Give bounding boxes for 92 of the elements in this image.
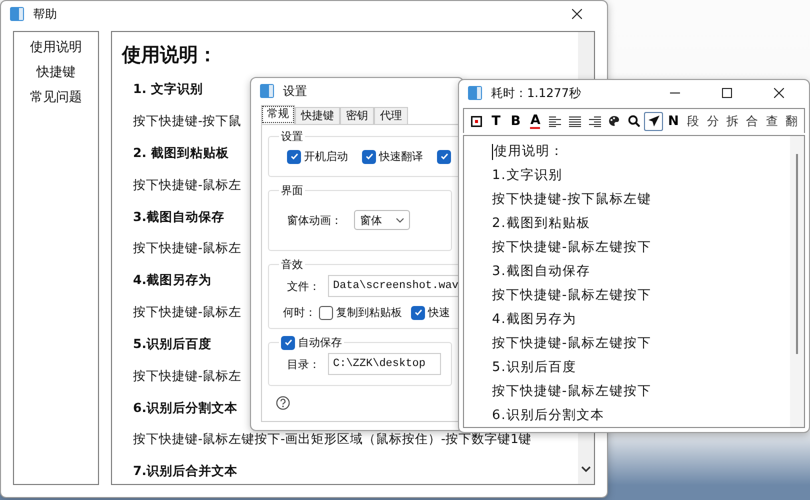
stop-icon <box>470 116 482 126</box>
text-editor[interactable]: 使用说明： 1.文字识别 按下快捷键-按下鼠标左键 2.截图到粘贴板 按下快捷键-鼠标左键按下 3.截图自动保存 按下快捷键-鼠标左键按下 4.截图另存为 按下快捷键-鼠标左键按下 5.识别后百度 按下快捷键-鼠标左键按下 6.识别后分割文本 <box>463 135 805 428</box>
section-title: 1. 文字识别 <box>132 80 203 98</box>
align-left-icon <box>549 116 562 126</box>
font-color-button[interactable]: A <box>526 112 545 130</box>
help-icon[interactable] <box>276 396 290 410</box>
instruction-text: 按下快捷键-鼠标左键按下-画出矩形区域（鼠标按住）-按下数字键1键 <box>132 430 532 448</box>
instruction-text: 按下快捷键-鼠标左 <box>132 367 242 385</box>
checkbox[interactable] <box>319 306 333 320</box>
align-right-icon <box>588 116 601 126</box>
text-line: 按下快捷键-鼠标左键按下 <box>492 335 653 353</box>
directory-field[interactable]: C:\ZZK\desktop <box>328 353 441 375</box>
text-line: 4.截图另存为 <box>492 311 578 329</box>
checkbox[interactable] <box>281 336 295 350</box>
text-line: 6.识别后分割文本 <box>492 407 606 425</box>
field-label: 何时： <box>283 305 316 320</box>
checkmark-icon <box>414 308 422 317</box>
text-line: 5.识别后百度 <box>492 359 578 377</box>
minimize-icon <box>670 92 680 94</box>
checkbox-label: 快速翻译 <box>379 149 423 164</box>
field-label: 文件： <box>287 278 320 294</box>
tab[interactable]: 常规 <box>261 105 295 124</box>
justify-icon <box>568 116 581 126</box>
sidebar-item[interactable]: 快捷键 <box>32 61 80 84</box>
tab[interactable]: 密钥 <box>340 107 374 124</box>
send-icon <box>648 115 660 127</box>
toolbar-button[interactable]: B <box>506 112 526 130</box>
sidebar-item[interactable]: 使用说明 <box>26 36 86 59</box>
field-label: 窗体动画： <box>287 212 342 228</box>
app-icon <box>9 6 25 22</box>
tab[interactable]: 快捷键 <box>295 107 340 124</box>
window-title: 耗时：1.1277秒 <box>491 84 581 102</box>
caret-icon <box>396 218 404 222</box>
checkbox-label: 快速 <box>428 305 450 320</box>
animation-dropdown[interactable]: 窗体 <box>354 210 410 230</box>
group-title: 音效 <box>280 257 304 272</box>
group-title: 界面 <box>280 183 304 198</box>
instruction-text: 按下快捷键-鼠标左 <box>132 304 242 322</box>
scroll-down-icon[interactable] <box>581 466 591 472</box>
section-title: 4.截图另存为 <box>132 272 212 290</box>
instruction-text: 按下快捷键-按下鼠 <box>132 112 242 130</box>
section-title: 7.识别后合并文本 <box>132 462 238 480</box>
toolbar-button[interactable]: T <box>486 112 506 130</box>
text-line: 3.截图自动保存 <box>492 263 592 281</box>
toolbar-button[interactable]: 翻 <box>782 112 801 130</box>
checkbox[interactable] <box>287 150 301 164</box>
text-line: 使用说明： <box>494 143 564 161</box>
app-icon <box>259 83 275 99</box>
checkmark-icon <box>290 152 298 161</box>
close-icon <box>774 88 784 98</box>
window-title: 设置 <box>283 82 307 100</box>
toolbar-button[interactable]: 拆 <box>723 112 742 130</box>
checkmark-icon <box>440 152 448 161</box>
text-line: 按下快捷键-鼠标左键按下 <box>492 383 653 401</box>
checkbox[interactable] <box>411 306 425 320</box>
section-title: 3.截图自动保存 <box>132 208 224 226</box>
text-line: 按下快捷键-鼠标左键按下 <box>492 287 653 305</box>
toolbar-button[interactable]: 段 <box>684 112 702 130</box>
field-label: 目录： <box>287 356 320 372</box>
checkmark-icon <box>364 152 374 161</box>
toolbar-button[interactable]: N <box>664 112 683 130</box>
text-line: 按下快捷键-按下鼠标左键 <box>492 191 653 209</box>
instruction-text: 按下快捷键-鼠标左 <box>132 176 242 194</box>
content-heading: 使用说明： <box>122 43 218 68</box>
checkbox[interactable] <box>437 150 451 164</box>
palette-icon <box>608 115 620 127</box>
app-icon <box>467 85 483 101</box>
maximize-icon <box>722 88 732 98</box>
toolbar-button[interactable]: 查 <box>762 112 782 130</box>
checkbox-label: 开机启动 <box>304 149 348 164</box>
text-line: 按下快捷键-鼠标左键按下 <box>492 239 653 257</box>
text-line: 2.截图到粘贴板 <box>492 215 592 233</box>
instruction-text: 按下快捷键-鼠标左 <box>132 240 242 258</box>
text-line: 1.文字识别 <box>492 167 564 185</box>
checkmark-icon <box>284 338 292 347</box>
section-title: 6.识别后分割文本 <box>132 399 238 417</box>
toolbar-button[interactable]: 分 <box>703 112 722 130</box>
group-title: 设置 <box>280 129 304 144</box>
checkbox-label: 自动保存 <box>298 335 342 350</box>
section-title: 2. 截图到粘贴板 <box>132 144 229 162</box>
sidebar-item[interactable]: 常见问题 <box>26 86 86 109</box>
file-field[interactable]: Data\screenshot.wav <box>328 275 460 297</box>
checkbox-label: 复制到粘贴板 <box>336 305 402 320</box>
section-title: 5.识别后百度 <box>132 335 212 353</box>
toolbar-button[interactable] <box>644 112 664 130</box>
toolbar-button[interactable]: 合 <box>742 112 762 130</box>
scrollbar-thumb[interactable] <box>796 154 798 354</box>
checkbox[interactable] <box>362 150 376 164</box>
search-icon <box>628 115 640 127</box>
tab[interactable]: 代理 <box>374 107 408 124</box>
close-icon <box>572 9 582 19</box>
window-title: 帮助 <box>33 6 57 22</box>
